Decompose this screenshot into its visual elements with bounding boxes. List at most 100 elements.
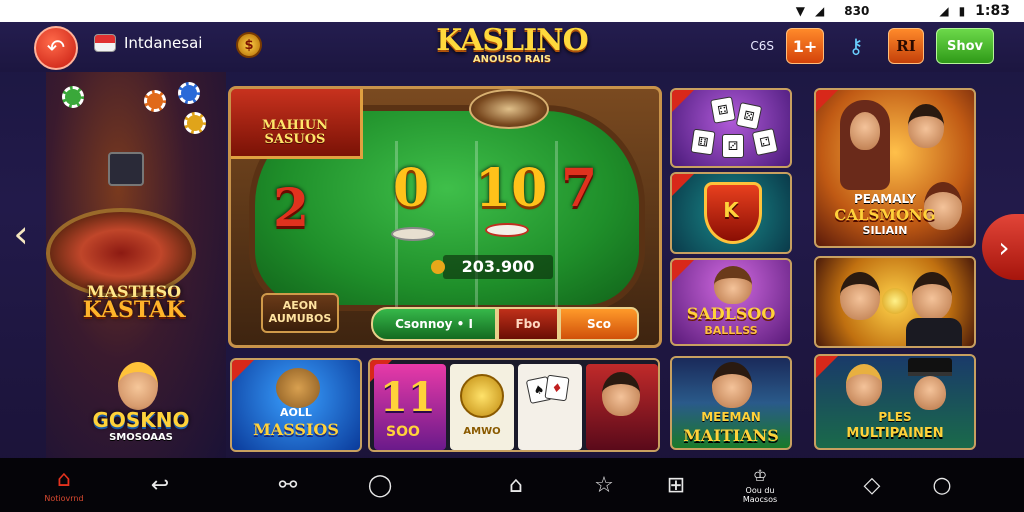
slots-card-thumbnail[interactable]: AOLL MASSIOS	[230, 358, 362, 452]
dice-icon: ⚅	[690, 128, 716, 156]
nav-favorites[interactable]: ☆	[574, 458, 634, 512]
circle-icon: ○	[932, 472, 952, 498]
battery-icon: ▮	[958, 4, 966, 18]
nav-circle[interactable]: ○	[912, 458, 972, 512]
flag-icon	[94, 34, 116, 52]
hat-player-avatar	[914, 376, 946, 410]
hall-logo: GOSKNO SMOSOAAS	[76, 408, 206, 443]
home-label: Notiovrnd	[44, 494, 84, 503]
casino-hall-banner[interactable]: MASTHSO KASTAK GOSKNO SMOSOAAS	[46, 72, 226, 458]
hall-sign-bottom: KASTAK	[82, 297, 186, 323]
footballer-avatar	[712, 362, 752, 408]
slots-label-bottom: MASSIOS	[253, 420, 339, 439]
slots-label-top: AOLL	[280, 406, 312, 419]
coin-icon	[460, 374, 504, 418]
man-avatar	[908, 104, 944, 148]
nav-connect[interactable]: ⚯	[258, 458, 318, 512]
table-number-3: 10	[475, 158, 548, 219]
next-arrow-icon[interactable]: ›	[982, 214, 1024, 280]
football-label-bottom: MAITIANS	[683, 426, 779, 445]
table-sign-text: MAHIUN SASUOS	[261, 118, 329, 147]
back-button[interactable]: ↶	[34, 26, 78, 70]
player-avatar	[602, 372, 640, 416]
dice-icon: ⚄	[735, 101, 763, 131]
region-selector[interactable]: Intdanesai	[94, 34, 202, 52]
host-avatar	[118, 362, 158, 410]
shield-label: K	[723, 198, 739, 222]
hot-ribbon	[672, 260, 694, 282]
house-outline-icon: ⌂	[509, 472, 523, 498]
combo-number-sub: SOO	[386, 424, 420, 440]
coin-label: AMWO	[463, 426, 501, 437]
shield-game-thumbnail[interactable]: K	[670, 172, 792, 254]
promo-couple-thumbnail[interactable]: PEAMALY CALSMONG SILIAIN	[814, 88, 976, 248]
coin-badge-icon[interactable]: $	[236, 32, 262, 58]
lady-label-top: SADLSOO	[686, 304, 776, 323]
dice-square-icon: ⊞	[666, 472, 686, 498]
profile-label: Oou du Maocsos	[742, 486, 778, 504]
lady-avatar	[714, 266, 752, 304]
hall-sign: MASTHSO KASTAK	[64, 282, 204, 323]
table-plate: AEON AUMUBOS	[261, 293, 339, 333]
chat-icon: ◯	[367, 472, 393, 498]
fold-button[interactable]: Fbo	[497, 307, 559, 341]
nav-profile[interactable]: ♔ Oou du Maocsos	[730, 458, 790, 512]
nav-back[interactable]: ↩	[130, 458, 190, 512]
score-button[interactable]: Sco	[559, 307, 639, 341]
prev-arrow-icon[interactable]: ‹	[6, 214, 36, 258]
show-button[interactable]: Shov	[936, 28, 994, 64]
lady-slot-thumbnail[interactable]: SADLSOO BALLLSS	[670, 258, 792, 346]
player-avatar	[840, 272, 880, 320]
felt-line	[555, 141, 558, 311]
dice-game-thumbnail[interactable]: ⚃ ⚄ ⚅ ⚂ ⚁	[670, 88, 792, 168]
action-bar: Csonnoy • I Fbo Sco	[371, 307, 639, 341]
home-icon: ⌂	[57, 467, 71, 492]
dice-icon: ⚂	[722, 134, 744, 158]
currency-label: C6S	[750, 39, 774, 53]
top-hat-icon	[908, 358, 952, 376]
table-sign: MAHIUN SASUOS	[231, 89, 363, 159]
gold-coin-icon	[882, 288, 908, 314]
bottom-navigation: ⌂ Notiovrnd ↩ ⚯ ◯ ⌂ ☆ ⊞ ♔ Oou du Maocsos…	[0, 458, 1024, 512]
tag-icon: ◇	[863, 472, 881, 498]
slot-machine-icon	[108, 152, 144, 186]
nav-tag[interactable]: ◇	[842, 458, 902, 512]
signal-bars-icon: ◢	[939, 4, 949, 18]
nav-chat[interactable]: ◯	[350, 458, 410, 512]
logo-title: KASLINO	[436, 23, 588, 58]
dice-icon: ⚃	[710, 96, 736, 124]
chip-stack-icon	[391, 227, 435, 241]
profile-icon: ♔	[752, 466, 768, 485]
top-actions: C6S 1+ ⚷ RI Shov	[750, 28, 994, 64]
nav-home[interactable]: ⌂ Notiovrnd	[34, 458, 94, 512]
multi-label-bottom: MULTIPAINEN	[846, 426, 944, 441]
multiplayer-thumbnail[interactable]: PLES MULTIPAINEN	[814, 354, 976, 450]
key-icon[interactable]: ⚷	[836, 28, 876, 64]
football-game-thumbnail[interactable]: MEEMAN MAITIANS	[670, 356, 792, 450]
chip-icon	[178, 82, 200, 104]
hot-ribbon	[816, 90, 838, 112]
table-number-2: 0	[393, 158, 430, 219]
woman-face	[850, 112, 880, 150]
nav-lobby[interactable]: ⌂	[486, 458, 546, 512]
region-label: Intdanesai	[124, 34, 203, 52]
wifi-icon: ▼	[795, 4, 806, 18]
chip-icon	[144, 90, 166, 112]
app-root: ▼ ◢ 830 ◢ ▮ 1:83 ↶ Intdanesai $ KASLINO …	[0, 0, 1024, 512]
status-bar: ▼ ◢ 830 ◢ ▮ 1:83	[0, 0, 1024, 22]
duo-game-thumbnail[interactable]	[814, 256, 976, 348]
rank-button[interactable]: RI	[888, 28, 924, 64]
hall-logo-bottom: SMOSOAAS	[109, 432, 173, 443]
battery-indicator: 830	[844, 4, 870, 18]
featured-table[interactable]: MAHIUN SASUOS 2 0 10 7 203.900 AEON AUMU…	[228, 86, 662, 348]
app-logo: KASLINO ANOUSO RAIS	[430, 23, 594, 66]
add-button[interactable]: 1+	[786, 28, 824, 64]
combo-game-thumbnail[interactable]: 11 SOO AMWO ♠ ♦	[368, 358, 660, 452]
nav-games[interactable]: ⊞	[646, 458, 706, 512]
combo-number: 11	[380, 374, 436, 421]
back-arrow-icon: ↶	[46, 35, 66, 61]
hot-ribbon	[672, 90, 694, 112]
hot-ribbon	[816, 356, 838, 378]
continue-button[interactable]: Csonnoy • I	[371, 307, 497, 341]
card-stack-icon	[485, 223, 529, 237]
